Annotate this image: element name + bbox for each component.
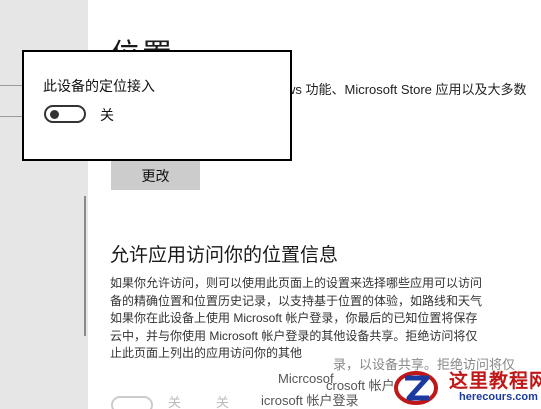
toggle-state-label: 关 (100, 107, 114, 123)
overlay-text: icrosoft 帐户登录 (261, 393, 359, 408)
toggle-knob (50, 110, 59, 119)
scrollbar[interactable] (84, 196, 86, 336)
description-line: 如果你允许访问，则可以使用此页面上的设置来选择哪些应用可以访问 (110, 276, 483, 290)
device-location-popup: 此设备的定位接入 关 (22, 50, 292, 161)
toggle-state-label: 关 (216, 395, 230, 409)
toggle-state-label: 关 (168, 395, 182, 409)
description-line: 如果你在此设备上使用 Microsoft 帐户登录，你最后的已知位置将保存 (110, 311, 478, 325)
description-line: 云中，并与你使用 Microsoft 帐户登录的其他设备共享。拒绝访问将仅 (110, 328, 478, 343)
change-button[interactable]: 更改 (111, 161, 200, 190)
section-heading: 允许应用访问你的位置信息 (110, 245, 339, 266)
device-location-toggle[interactable] (44, 105, 86, 123)
watermark-url: herecours.com (459, 391, 538, 403)
description-line: 备的精确位置和位置历史记录，以支持基于位置的体验，如路线和天气 (110, 293, 483, 308)
watermark-logo-icon (394, 371, 438, 405)
intro-text: ws 功能、Microsoft Store 应用以及大多数 (286, 82, 527, 97)
popup-title: 此设备的定位接入 (43, 78, 155, 94)
watermark-site-name: 这里教程网 (449, 371, 541, 392)
app-location-toggle[interactable] (111, 396, 153, 409)
section-description: 如果你允许访问，则可以使用此页面上的设置来选择哪些应用可以访问 备的精确位置和位… (110, 275, 541, 363)
